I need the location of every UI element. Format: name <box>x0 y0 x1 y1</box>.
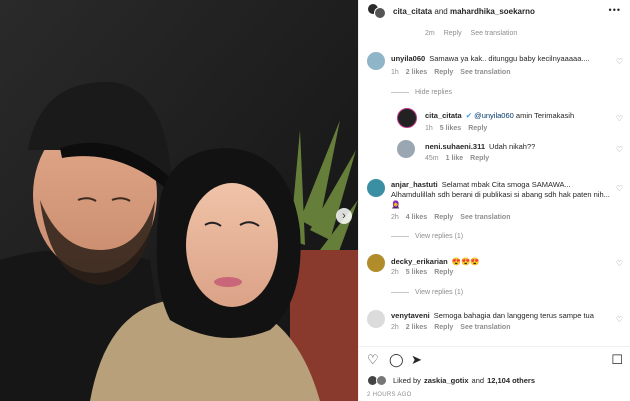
heart-icon[interactable]: ♡ <box>616 114 623 123</box>
reply-link[interactable]: Reply <box>434 269 453 276</box>
avatar[interactable] <box>367 179 385 197</box>
comment-icon[interactable]: ◯ <box>389 353 404 366</box>
likes-count[interactable]: 12,104 others <box>487 376 535 385</box>
likes-count[interactable]: 2 likes <box>406 69 427 76</box>
comment-username[interactable]: neni.suhaeni.311 <box>425 142 485 151</box>
view-replies-toggle[interactable]: View replies (1) <box>391 289 463 296</box>
header-avatars[interactable] <box>367 3 387 19</box>
heart-icon[interactable]: ♡ <box>616 57 623 66</box>
next-photo-button[interactable]: › <box>336 208 352 224</box>
reply-link[interactable]: Reply <box>434 69 453 76</box>
comment-username[interactable]: venytaveni <box>391 311 430 320</box>
heart-icon[interactable]: ♡ <box>367 353 379 366</box>
more-options-icon[interactable]: ••• <box>609 5 621 15</box>
liked-by: Liked by zaskia_gotix and 12,104 others <box>367 375 535 386</box>
share-icon[interactable]: ➤ <box>411 353 422 366</box>
reply-link[interactable]: Reply <box>434 214 453 221</box>
see-translation-link[interactable]: See translation <box>471 30 518 37</box>
author-link[interactable]: cita_citata <box>393 7 432 16</box>
comment-username[interactable]: decky_erikarian <box>391 257 448 266</box>
heart-icon[interactable]: ♡ <box>616 315 623 324</box>
post-photo: › <box>0 0 358 401</box>
likes-count[interactable]: 5 likes <box>406 269 427 276</box>
heart-icon[interactable]: ♡ <box>616 259 623 268</box>
reply-link[interactable]: Reply <box>444 30 462 37</box>
post-header: cita_citata and mahardhika_soekarno ••• <box>359 0 630 22</box>
heart-icon[interactable]: ♡ <box>616 145 623 154</box>
heart-icon[interactable]: ♡ <box>616 184 623 193</box>
post-timestamp: 2 HOURS AGO <box>367 392 412 398</box>
coauthor-link[interactable]: mahardhika_soekarno <box>450 7 535 16</box>
comments-panel: cita_citata and mahardhika_soekarno ••• … <box>358 0 630 401</box>
likes-count[interactable]: 2 likes <box>406 324 427 331</box>
avatar[interactable] <box>397 140 415 158</box>
comment-username[interactable]: cita_citata <box>425 111 462 120</box>
avatar[interactable] <box>367 310 385 328</box>
see-translation-link[interactable]: See translation <box>460 214 510 221</box>
likes-count[interactable]: 4 likes <box>406 214 427 221</box>
avatar[interactable] <box>367 254 385 272</box>
hide-replies-toggle[interactable]: Hide replies <box>391 89 452 96</box>
post-authors: cita_citata and mahardhika_soekarno <box>393 6 535 16</box>
likes-count[interactable]: 5 likes <box>440 125 461 132</box>
reply-link[interactable]: Reply <box>470 155 489 162</box>
liker-avatars <box>367 375 389 386</box>
liker-username[interactable]: zaskia_gotix <box>424 376 469 385</box>
bookmark-icon[interactable]: ☐ <box>611 353 623 366</box>
chevron-right-icon: › <box>342 210 346 222</box>
mention-link[interactable]: @unyila060 <box>474 111 514 120</box>
reply-link[interactable]: Reply <box>468 125 487 132</box>
see-translation-link[interactable]: See translation <box>460 324 510 331</box>
avatar[interactable] <box>367 52 385 70</box>
reply-link[interactable]: Reply <box>434 324 453 331</box>
action-bar: ♡ ◯ ➤ ☐ <box>359 346 630 370</box>
avatar[interactable] <box>397 108 417 128</box>
likes-count[interactable]: 1 like <box>446 155 464 162</box>
comment-username[interactable]: unyila060 <box>391 54 425 63</box>
view-replies-toggle[interactable]: View replies (1) <box>391 233 463 240</box>
see-translation-link[interactable]: See translation <box>460 69 510 76</box>
caption-meta: 2m Reply See translation <box>425 30 518 37</box>
comment-username[interactable]: anjar_hastuti <box>391 180 438 189</box>
couple-photo-illustration <box>0 0 358 401</box>
